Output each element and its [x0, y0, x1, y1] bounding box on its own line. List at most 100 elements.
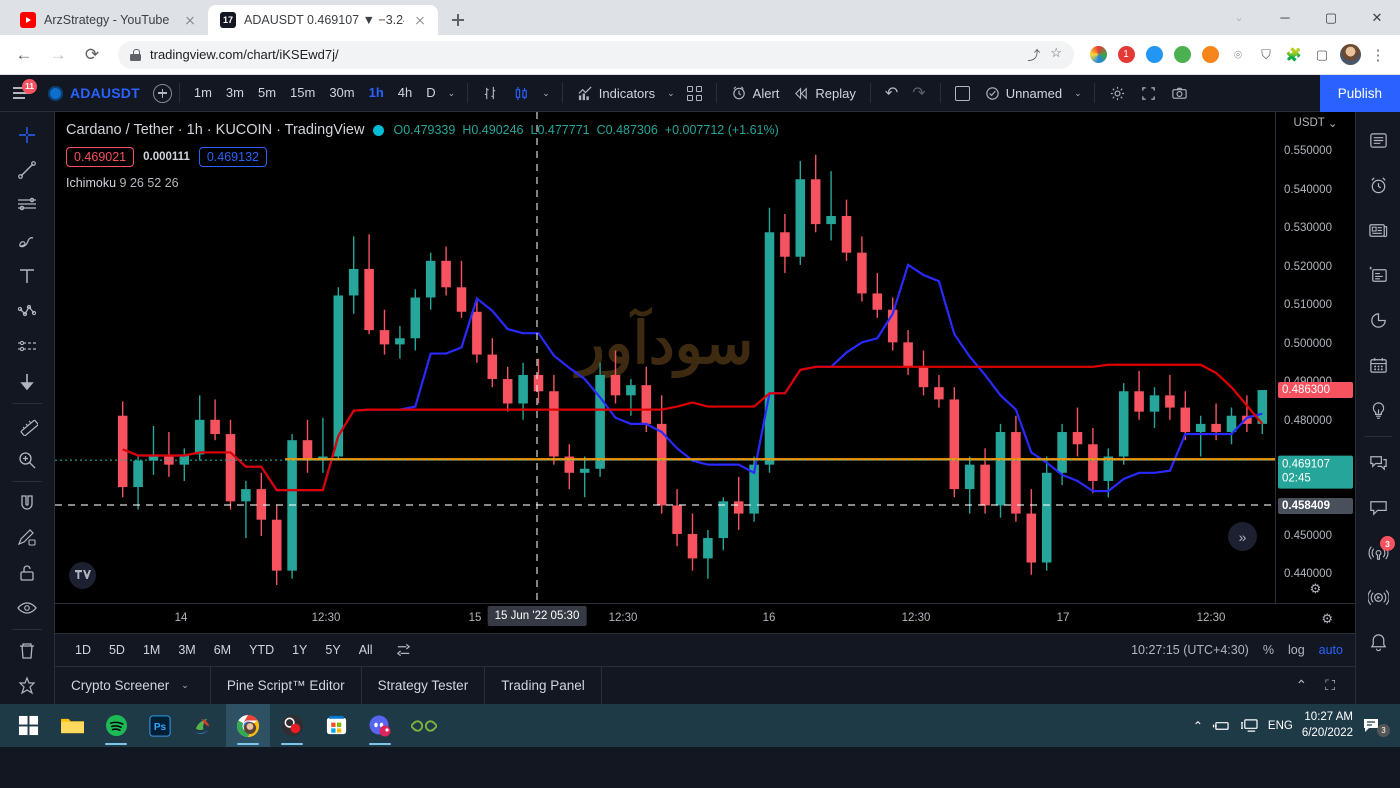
- notification-center-icon[interactable]: 3: [1362, 717, 1390, 737]
- legend-row-indicator-name[interactable]: Ichimoku 9 26 52 26: [66, 176, 779, 190]
- sidepanel-icon[interactable]: ▢: [1310, 43, 1334, 67]
- watchlist-icon[interactable]: [1358, 118, 1398, 163]
- taskbar-clock[interactable]: 10:27 AM 6/20/2022: [1302, 710, 1353, 741]
- palette-icon[interactable]: [1086, 43, 1110, 67]
- chevron-down-icon[interactable]: ⌄: [1069, 88, 1087, 99]
- tab-strategy-tester[interactable]: Strategy Tester: [362, 666, 486, 705]
- cross-cursor-tool[interactable]: [8, 117, 46, 152]
- photoshop-icon[interactable]: Ps: [138, 704, 182, 747]
- browser-tab-tradingview[interactable]: 17 ADAUSDT 0.469107 ▼ −3.24% U: [208, 5, 438, 35]
- timeframe-30m[interactable]: 30m: [322, 80, 361, 106]
- redo-button[interactable]: ↷: [905, 80, 932, 107]
- time-axis-settings-icon[interactable]: ⚙: [1321, 611, 1333, 627]
- range-YTD[interactable]: YTD: [241, 640, 282, 660]
- templates-button[interactable]: [680, 80, 709, 107]
- log-scale-button[interactable]: log: [1288, 643, 1305, 657]
- chevron-down-icon[interactable]: ⌄: [537, 88, 555, 99]
- winrar-icon[interactable]: [182, 704, 226, 747]
- range-1Y[interactable]: 1Y: [284, 640, 315, 660]
- star-icon[interactable]: ☆: [1050, 45, 1062, 64]
- layout-button[interactable]: [948, 80, 977, 107]
- browser-menu-icon[interactable]: ⋮: [1366, 43, 1390, 67]
- discord-icon[interactable]: [358, 704, 402, 747]
- calendar-icon[interactable]: [1358, 343, 1398, 388]
- range-All[interactable]: All: [351, 640, 381, 660]
- undo-button[interactable]: ↶: [878, 80, 905, 107]
- percent-scale-button[interactable]: %: [1263, 643, 1274, 657]
- horizontal-lines-tool[interactable]: [8, 188, 46, 223]
- close-icon[interactable]: [182, 12, 198, 28]
- drawing-mode-tool[interactable]: [8, 520, 46, 555]
- range-6M[interactable]: 6M: [206, 640, 239, 660]
- tab-list-icon[interactable]: ⌄: [1216, 0, 1262, 35]
- back-icon[interactable]: ←: [10, 41, 38, 69]
- avatar[interactable]: [1338, 43, 1362, 67]
- reload-icon[interactable]: ⟳: [78, 41, 106, 69]
- close-icon[interactable]: [412, 12, 428, 28]
- broadcast-icon[interactable]: [1358, 575, 1398, 620]
- ideas-icon[interactable]: [1358, 388, 1398, 433]
- range-1D[interactable]: 1D: [67, 640, 99, 660]
- tray-chevron-icon[interactable]: ⌃: [1193, 719, 1203, 733]
- indicators-button[interactable]: Indicators: [570, 80, 662, 107]
- share-icon[interactable]: ⤴: [1027, 45, 1040, 64]
- shield-icon[interactable]: ⛉: [1254, 43, 1278, 67]
- favorites-tool[interactable]: [8, 669, 46, 704]
- lock-drawings-tool[interactable]: [8, 556, 46, 591]
- browser-tab-youtube[interactable]: ArzStrategy - YouTube: [8, 5, 208, 35]
- public-chat-icon[interactable]: [1358, 440, 1398, 485]
- magnet-tool[interactable]: [8, 485, 46, 520]
- price-scale-settings-icon[interactable]: ⚙: [1310, 581, 1322, 597]
- auto-scale-button[interactable]: auto: [1319, 643, 1343, 657]
- tab-pine-editor[interactable]: Pine Script™ Editor: [211, 666, 362, 705]
- range-5Y[interactable]: 5Y: [317, 640, 348, 660]
- replay-button[interactable]: Replay: [786, 80, 862, 107]
- chart-type-candles-button[interactable]: [506, 80, 537, 107]
- collapse-panel-button[interactable]: ⌃: [1289, 677, 1313, 694]
- remove-drawings-tool[interactable]: [8, 633, 46, 668]
- obs-icon[interactable]: [270, 704, 314, 747]
- alerts-icon[interactable]: [1358, 163, 1398, 208]
- patterns-tool[interactable]: [8, 294, 46, 329]
- maximize-button[interactable]: ▢: [1308, 0, 1354, 35]
- timeframe-3m[interactable]: 3m: [219, 80, 251, 106]
- text-tool[interactable]: [8, 259, 46, 294]
- date-range-icon[interactable]: [395, 642, 412, 659]
- scroll-to-realtime-button[interactable]: »: [1228, 522, 1257, 551]
- private-chat-icon[interactable]: [1358, 485, 1398, 530]
- alert-button[interactable]: Alert: [724, 80, 787, 107]
- chart-type-bars-button[interactable]: [475, 80, 506, 107]
- chrome-icon[interactable]: [226, 704, 270, 747]
- symbol-search-button[interactable]: ADAUSDT: [44, 85, 148, 101]
- minimize-button[interactable]: ─: [1262, 0, 1308, 35]
- spotify-icon[interactable]: [94, 704, 138, 747]
- notifications-icon[interactable]: [1358, 620, 1398, 665]
- display-icon[interactable]: [1240, 718, 1259, 733]
- arrow-marker-tool[interactable]: [8, 365, 46, 400]
- save-layout-button[interactable]: Unnamed: [977, 80, 1069, 107]
- zoom-tool[interactable]: [8, 442, 46, 477]
- forward-icon[interactable]: →: [44, 41, 72, 69]
- chevron-down-icon[interactable]: ⌄: [443, 88, 461, 99]
- timeframe-15m[interactable]: 15m: [283, 80, 322, 106]
- forecast-tool[interactable]: [8, 329, 46, 364]
- translate-icon[interactable]: ⌾: [1226, 43, 1250, 67]
- price-scale-currency[interactable]: USDT ⌄: [1276, 112, 1355, 134]
- brush-tool[interactable]: [8, 223, 46, 258]
- windows-start-icon[interactable]: [6, 704, 50, 747]
- puzzle-icon[interactable]: 🧩: [1282, 43, 1306, 67]
- range-5D[interactable]: 5D: [101, 640, 133, 660]
- network-icon[interactable]: [1212, 718, 1231, 733]
- add-symbol-button[interactable]: [152, 83, 172, 103]
- microsoft-store-icon[interactable]: [314, 704, 358, 747]
- file-explorer-icon[interactable]: [50, 704, 94, 747]
- timeframe-D[interactable]: D: [419, 80, 442, 106]
- range-3M[interactable]: 3M: [170, 640, 203, 660]
- timeframe-4h[interactable]: 4h: [391, 80, 419, 106]
- news-icon[interactable]: [1358, 208, 1398, 253]
- time-axis[interactable]: 14 12:30 15 12:30 16 12:30 17 12:30 15 Jun '22 …: [55, 603, 1355, 633]
- price-scale[interactable]: USDT ⌄ 0.550000 0.540000 0.530000 0.520000 0…: [1275, 112, 1355, 619]
- ext-green-icon[interactable]: [1170, 43, 1194, 67]
- measure-tool[interactable]: [8, 407, 46, 442]
- ext-blue-icon[interactable]: [1142, 43, 1166, 67]
